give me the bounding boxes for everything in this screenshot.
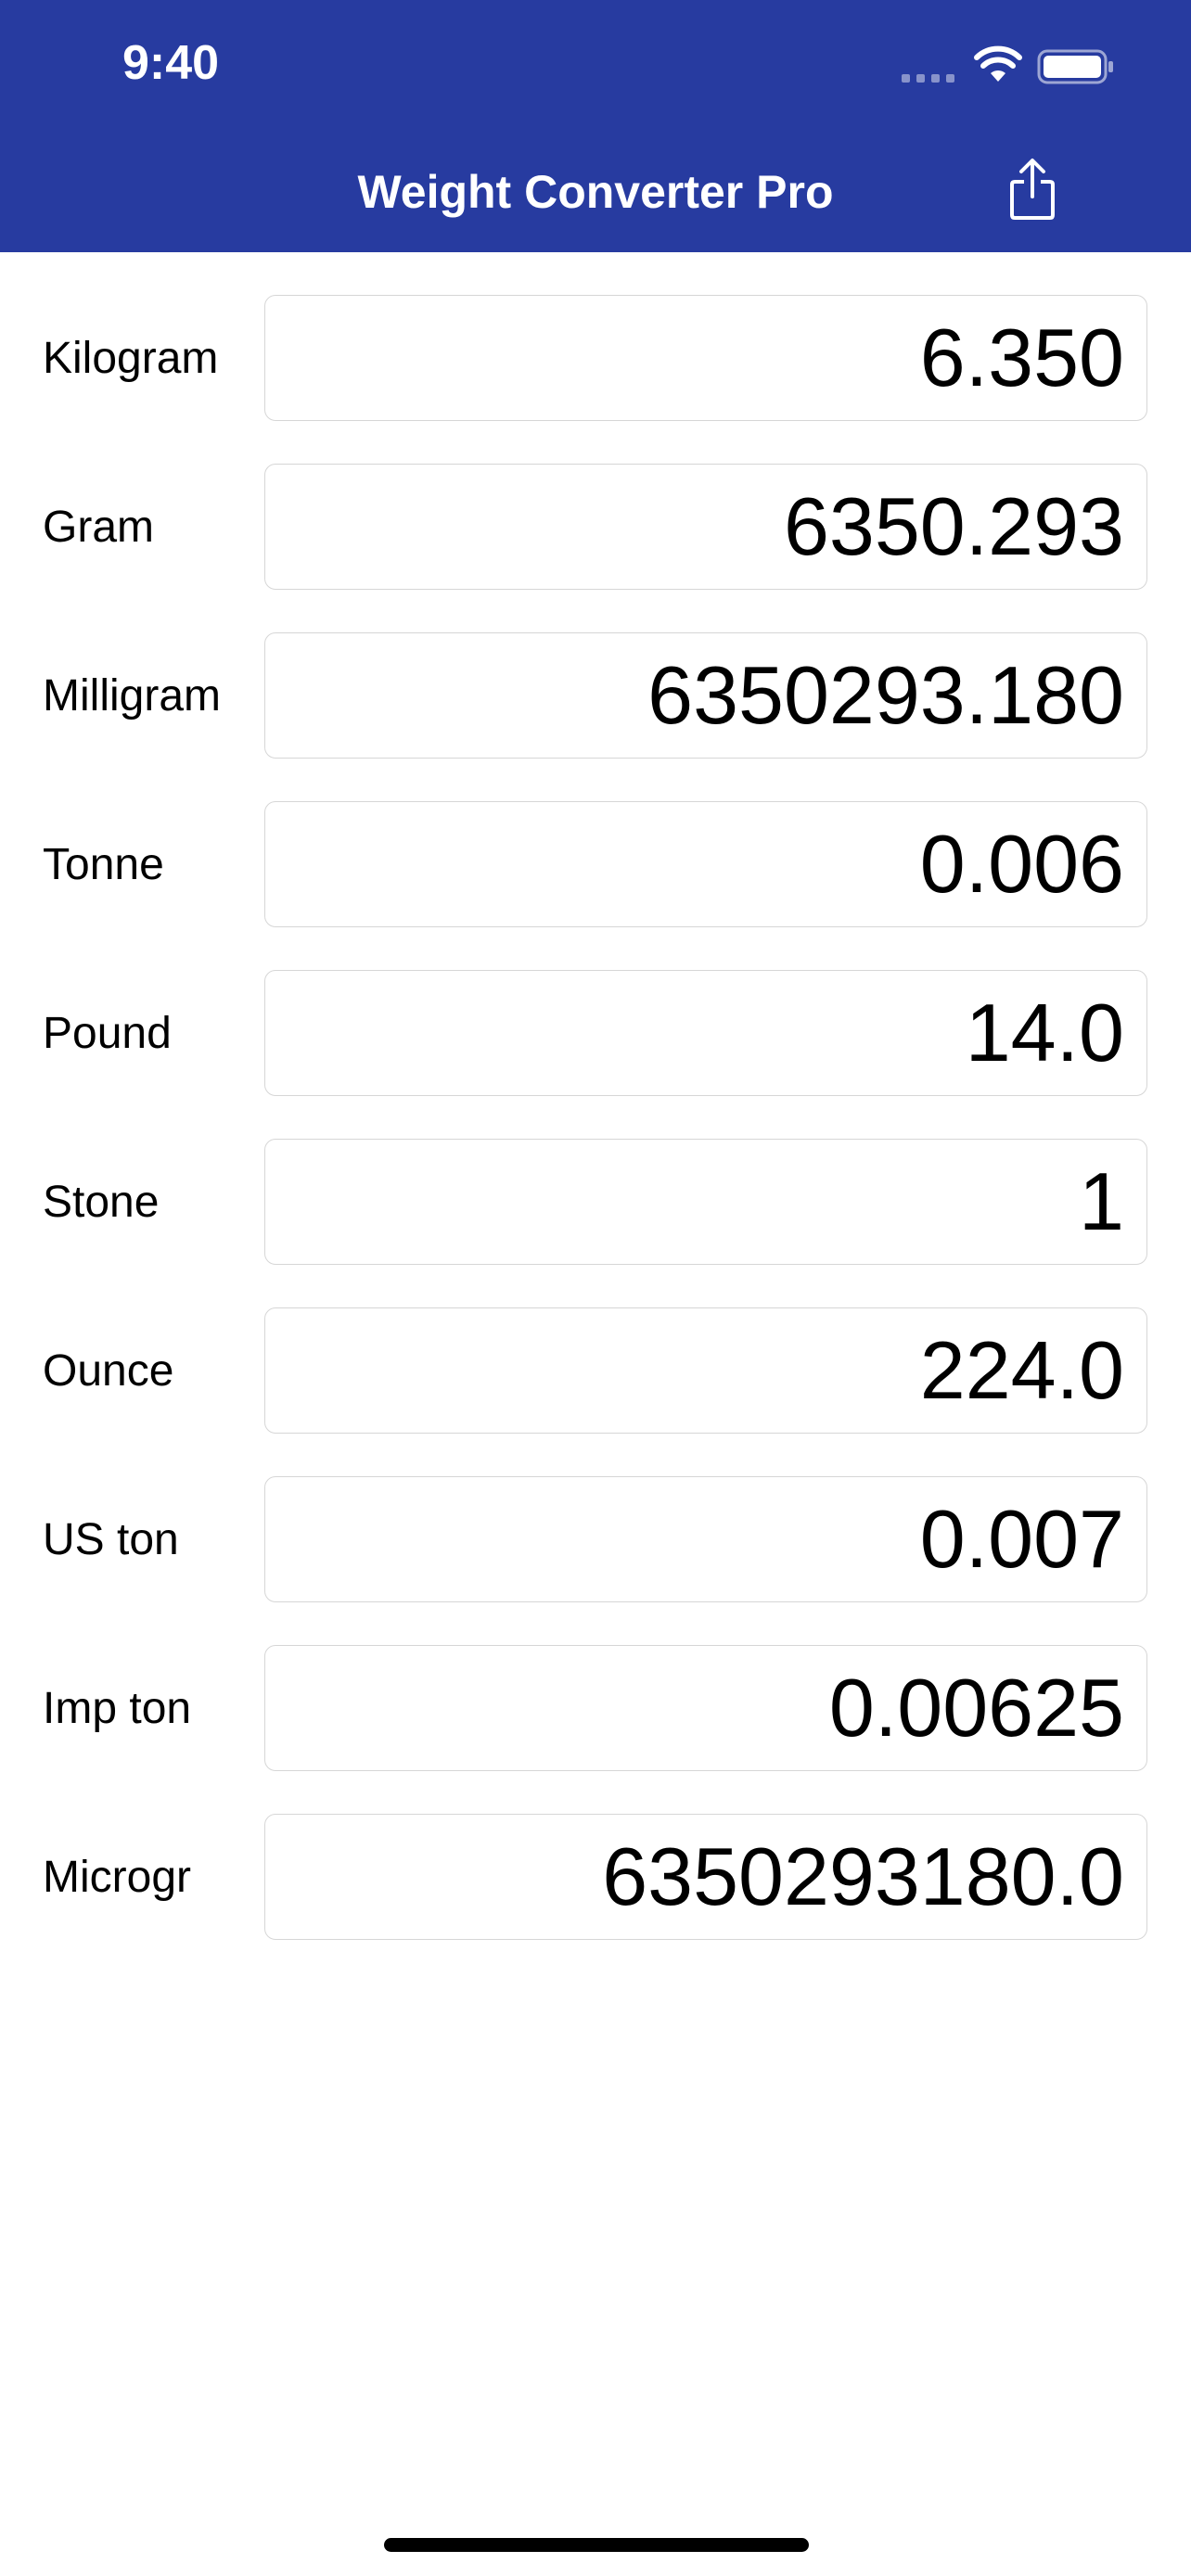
unit-row-tonne: Tonne 0.006 — [0, 801, 1191, 929]
unit-value-field[interactable]: 0.00625 — [264, 1645, 1147, 1771]
unit-row-us-ton: US ton 0.007 — [0, 1476, 1191, 1604]
unit-value: 6350293.180 — [647, 649, 1124, 741]
share-icon[interactable] — [1004, 156, 1061, 223]
unit-value: 6350.293 — [783, 480, 1124, 572]
unit-label: Microgr — [43, 1853, 192, 1902]
status-time: 9:40 — [122, 36, 220, 90]
unit-label: Ounce — [43, 1346, 174, 1396]
unit-value-field[interactable]: 6350293180.0 — [264, 1814, 1147, 1940]
unit-row-imp-ton: Imp ton 0.00625 — [0, 1645, 1191, 1773]
unit-value: 0.007 — [919, 1493, 1124, 1585]
navigation-header: 9:40 Weight Converter Pro — [0, 0, 1191, 252]
unit-value-field[interactable]: 14.0 — [264, 970, 1147, 1096]
unit-value-field[interactable]: 0.007 — [264, 1476, 1147, 1602]
unit-label: US ton — [43, 1515, 179, 1564]
unit-value: 6.350 — [919, 312, 1124, 403]
unit-value-field[interactable]: 0.006 — [264, 801, 1147, 927]
unit-row-pound: Pound 14.0 — [0, 970, 1191, 1098]
unit-value-field[interactable]: 6350293.180 — [264, 632, 1147, 759]
battery-icon — [1037, 49, 1113, 84]
unit-label: Imp ton — [43, 1684, 192, 1733]
unit-label: Tonne — [43, 840, 164, 889]
unit-value: 0.00625 — [828, 1662, 1124, 1753]
unit-label: Pound — [43, 1009, 172, 1058]
unit-label: Milligram — [43, 671, 221, 721]
unit-row-milligram: Milligram 6350293.180 — [0, 632, 1191, 760]
signal-icon — [902, 74, 955, 83]
unit-value: 14.0 — [965, 987, 1124, 1078]
unit-row-gram: Gram 6350.293 — [0, 464, 1191, 592]
wifi-icon — [974, 45, 1022, 82]
unit-row-stone: Stone 1 — [0, 1139, 1191, 1267]
unit-value-field[interactable]: 6350.293 — [264, 464, 1147, 590]
home-indicator[interactable] — [384, 2538, 809, 2552]
unit-value-field[interactable]: 1 — [264, 1139, 1147, 1265]
unit-value-field[interactable]: 224.0 — [264, 1307, 1147, 1434]
unit-label: Gram — [43, 503, 154, 552]
unit-row-microgram: Microgr 6350293180.0 — [0, 1814, 1191, 1942]
unit-label: Kilogram — [43, 334, 219, 383]
unit-value: 224.0 — [919, 1324, 1124, 1416]
unit-row-ounce: Ounce 224.0 — [0, 1307, 1191, 1435]
unit-value: 0.006 — [919, 818, 1124, 910]
unit-row-kilogram: Kilogram 6.350 — [0, 295, 1191, 423]
unit-label: Stone — [43, 1178, 160, 1227]
unit-value: 1 — [1079, 1155, 1124, 1247]
unit-value: 6350293180.0 — [602, 1830, 1124, 1922]
unit-value-field[interactable]: 6.350 — [264, 295, 1147, 421]
